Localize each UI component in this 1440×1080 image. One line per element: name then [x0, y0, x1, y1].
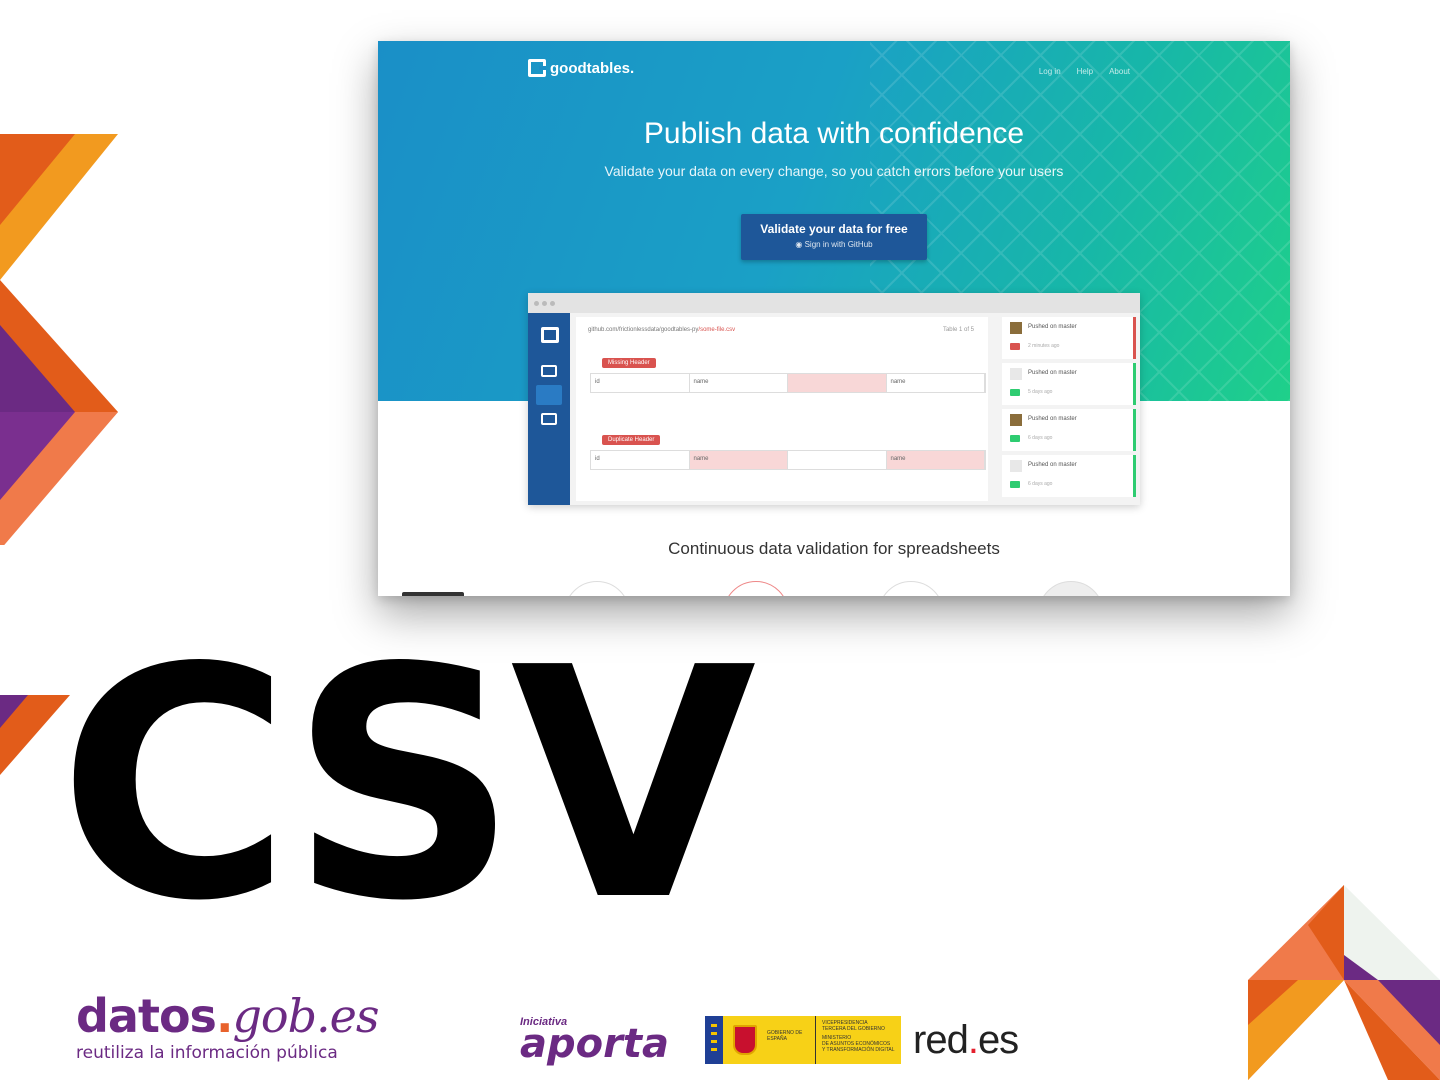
- status-badge: [1010, 481, 1020, 488]
- cta-sublabel-text: Sign in with GitHub: [804, 240, 873, 249]
- table-cell: name: [689, 451, 788, 469]
- mockup-job-feed: Pushed on master 2 minutes ago Pushed on…: [1002, 317, 1136, 501]
- validate-cta-button[interactable]: Validate your data for free ◉ Sign in wi…: [741, 214, 927, 260]
- feature-circle: [878, 581, 944, 596]
- job-title: Pushed on master: [1028, 370, 1077, 376]
- table-cell: [788, 374, 887, 392]
- table-cell: name: [690, 374, 788, 392]
- job-meta: 6 days ago: [1028, 481, 1053, 487]
- goodtables-screenshot: goodtables. Log in Help About Publish da…: [378, 41, 1290, 596]
- mockup-table-icon: [541, 365, 557, 377]
- csv-headline: CSV: [58, 600, 756, 970]
- job-card[interactable]: Pushed on master 2 minutes ago: [1002, 317, 1136, 359]
- job-meta: 6 days ago: [1028, 435, 1053, 441]
- datos-word: datos: [76, 989, 217, 1043]
- decorative-triangles-right: [1248, 885, 1440, 1080]
- ministerio-line: TERCERA DEL GOBIERNO: [822, 1026, 885, 1032]
- window-dot-icon: [542, 301, 547, 306]
- table-cell: [788, 451, 887, 469]
- datos-gob-logo: datos.gob.es reutiliza la información pú…: [76, 993, 379, 1063]
- feature-circle: [1038, 581, 1104, 596]
- mockup-window-bar: [528, 293, 1140, 313]
- mockup-report: github.com/frictionlessdata/goodtables-p…: [576, 317, 988, 501]
- github-icon: ◉: [795, 240, 805, 249]
- ministerio-block: GOBIERNO DE ESPAÑA VICEPRESIDENCIA TERCE…: [723, 1016, 901, 1064]
- avatar: [1010, 460, 1022, 472]
- window-dot-icon: [534, 301, 539, 306]
- table-cell: name: [886, 451, 985, 469]
- error-tag: Missing Header: [602, 358, 656, 368]
- error-tag: Duplicate Header: [602, 435, 661, 445]
- nav-help-link[interactable]: Help: [1077, 67, 1093, 76]
- gobierno-text: GOBIERNO DE ESPAÑA: [767, 1016, 816, 1064]
- mockup-path-file: /some-file.csv: [698, 327, 736, 333]
- top-nav: Log in Help About: [1039, 67, 1130, 76]
- nav-login-link[interactable]: Log in: [1039, 67, 1061, 76]
- mockup-active-icon: [536, 385, 562, 405]
- mockup-list-icon: [541, 413, 557, 425]
- avatar: [1010, 414, 1022, 426]
- job-title: Pushed on master: [1028, 324, 1077, 330]
- avatar: [1010, 322, 1022, 334]
- ministerio-line: Y TRANSFORMACIÓN DIGITAL: [822, 1047, 895, 1053]
- ministerio-text: VICEPRESIDENCIA TERCERA DEL GOBIERNO MIN…: [816, 1016, 901, 1064]
- red-dot: .: [967, 1018, 979, 1062]
- red-es-logo: red.es: [913, 1018, 1019, 1063]
- window-dot-icon: [550, 301, 555, 306]
- mockup-file-path: github.com/frictionlessdata/goodtables-p…: [588, 327, 735, 333]
- job-meta: 5 days ago: [1028, 389, 1053, 395]
- section-title: Continuous data validation for spreadshe…: [668, 539, 1000, 558]
- table-cell: id: [591, 374, 690, 392]
- es-word: es: [977, 1018, 1019, 1062]
- job-card[interactable]: Pushed on master 6 days ago: [1002, 455, 1136, 497]
- error-table-row: id name name: [590, 450, 986, 470]
- eu-flag-icon: [705, 1016, 723, 1064]
- mockup-logo-icon: [541, 327, 559, 343]
- datos-dot: .: [215, 989, 234, 1043]
- mockup-sidebar: [528, 313, 570, 505]
- table-cell: name: [887, 374, 985, 392]
- status-badge: [1010, 343, 1020, 350]
- hero-subtitle: Validate your data on every change, so y…: [604, 163, 1064, 179]
- cta-sublabel: ◉ Sign in with GitHub: [741, 240, 927, 249]
- status-badge: [1010, 435, 1020, 442]
- job-title: Pushed on master: [1028, 416, 1077, 422]
- red-word: red: [913, 1018, 969, 1062]
- aporta-logo: Iniciativa aporta: [520, 1016, 669, 1067]
- goodtables-logo-icon: [528, 59, 546, 77]
- mockup-pages: Table 1 of 5: [942, 327, 974, 333]
- aporta-wordmark: aporta: [520, 1021, 669, 1067]
- job-title: Pushed on master: [1028, 462, 1077, 468]
- goodtables-logo[interactable]: goodtables.: [528, 59, 634, 77]
- app-mockup: github.com/frictionlessdata/goodtables-p…: [528, 293, 1140, 505]
- cta-label: Validate your data for free: [760, 222, 908, 236]
- datos-gob-wordmark: datos.gob.es: [76, 993, 379, 1039]
- nav-about-link[interactable]: About: [1109, 67, 1130, 76]
- goodtables-logo-text: goodtables.: [550, 59, 635, 77]
- table-cell: id: [591, 451, 690, 469]
- datos-tagline: reutiliza la información pública: [76, 1043, 338, 1063]
- error-table-row: id name name: [590, 373, 986, 393]
- dark-tab: [402, 592, 464, 596]
- gobierno-logo: GOBIERNO DE ESPAÑA VICEPRESIDENCIA TERCE…: [705, 1016, 901, 1064]
- avatar: [1010, 368, 1022, 380]
- coat-of-arms-icon: [723, 1016, 767, 1064]
- hero-title: Publish data with confidence: [643, 117, 1025, 150]
- feature-circle: [564, 581, 630, 596]
- gob-es-word: gob.es: [232, 989, 379, 1043]
- mockup-path-text: github.com/frictionlessdata/goodtables-p…: [588, 327, 699, 333]
- feature-circle: [723, 581, 789, 596]
- job-card[interactable]: Pushed on master 6 days ago: [1002, 409, 1136, 451]
- status-badge: [1010, 389, 1020, 396]
- job-meta: 2 minutes ago: [1028, 343, 1060, 349]
- job-card[interactable]: Pushed on master 5 days ago: [1002, 363, 1136, 405]
